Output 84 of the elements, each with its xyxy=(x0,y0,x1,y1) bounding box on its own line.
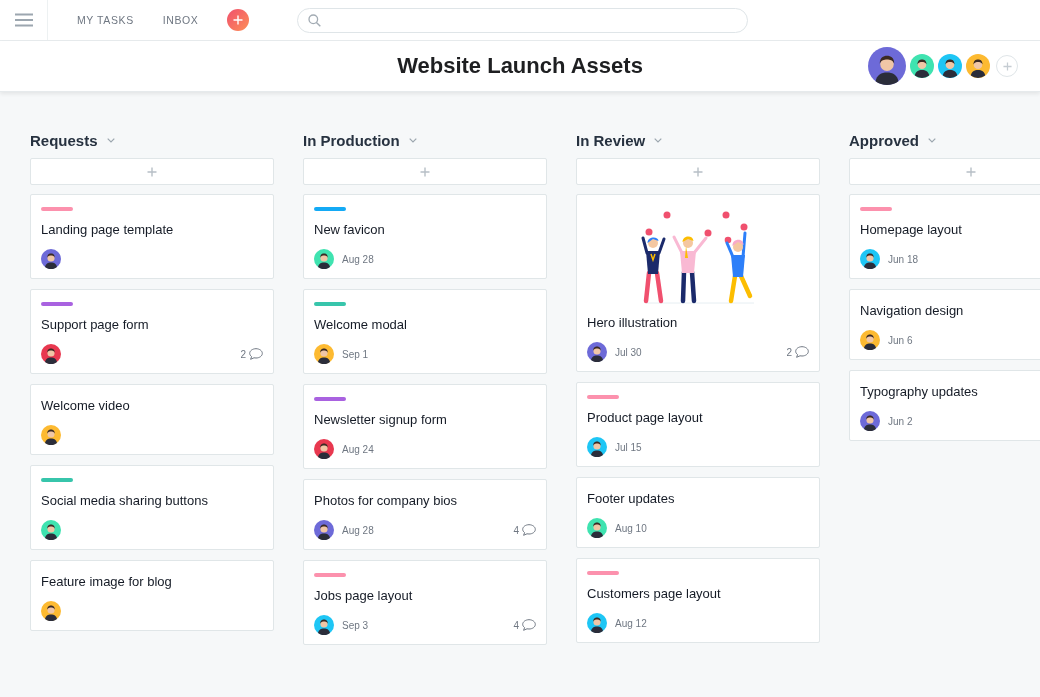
speech-bubble-icon xyxy=(522,524,536,536)
task-title: Landing page template xyxy=(41,221,175,239)
nav-link[interactable]: MY TASKS xyxy=(77,14,134,26)
task-title: Welcome modal xyxy=(314,316,408,334)
task-card[interactable]: Navigation design Jun 6 xyxy=(849,289,1040,360)
task-title: Support page form xyxy=(41,316,150,334)
project-title: Website Launch Assets xyxy=(397,53,643,79)
speech-bubble-icon xyxy=(249,348,263,360)
task-card[interactable]: Welcome modal Sep 1 xyxy=(303,289,547,374)
due-date: Aug 28 xyxy=(342,524,374,536)
due-date: Jun 18 xyxy=(888,253,919,265)
search-field[interactable] xyxy=(297,7,749,33)
chevron-down-icon[interactable] xyxy=(106,137,115,143)
due-date: Jun 2 xyxy=(888,415,913,427)
chevron-down-icon[interactable] xyxy=(408,137,417,143)
due-date: Jul 15 xyxy=(615,441,642,453)
menu-icon xyxy=(14,13,33,27)
speech-bubble-icon xyxy=(522,619,536,631)
plus-icon xyxy=(420,166,430,177)
task-card[interactable]: Photos for company bios Aug 28 4 xyxy=(303,479,547,550)
speech-bubble-icon xyxy=(795,346,809,358)
task-title: Homepage layout xyxy=(860,221,963,239)
task-title: Newsletter signup form xyxy=(314,411,448,429)
plus-icon xyxy=(693,166,703,177)
comment-count: 4 xyxy=(513,524,519,536)
user-avatar[interactable] xyxy=(910,54,934,78)
nav-link[interactable]: INBOX xyxy=(162,14,199,26)
plus-icon xyxy=(1002,61,1012,71)
column-title: Approved xyxy=(849,131,919,149)
add-task-button[interactable] xyxy=(849,158,1040,185)
task-card[interactable]: Welcome video xyxy=(30,384,274,455)
plus-icon xyxy=(233,15,244,25)
comment-count: 2 xyxy=(786,346,792,358)
task-card[interactable]: Newsletter signup form Aug 24 xyxy=(303,384,547,469)
task-card[interactable]: Customers page layout Aug 12 xyxy=(576,558,820,643)
task-title: Navigation design xyxy=(860,302,965,320)
task-title: Footer updates xyxy=(587,490,676,508)
user-avatar[interactable] xyxy=(938,54,962,78)
due-date: Sep 1 xyxy=(342,348,369,360)
task-card[interactable]: Support page form 2 xyxy=(30,289,274,374)
task-card[interactable]: Social media sharing buttons xyxy=(30,465,274,550)
task-title: Jobs page layout xyxy=(314,587,414,605)
task-title: Photos for company bios xyxy=(314,492,459,510)
task-card[interactable]: Feature image for blog xyxy=(30,560,274,631)
comment-count: 4 xyxy=(513,619,519,631)
user-avatar[interactable] xyxy=(868,47,906,85)
due-date: Sep 3 xyxy=(342,619,369,631)
plus-icon xyxy=(147,166,157,177)
task-title: Hero illustration xyxy=(587,314,679,332)
task-title: Typography updates xyxy=(860,383,979,401)
add-button[interactable] xyxy=(227,9,250,31)
task-card[interactable]: Jobs page layout Sep 3 4 xyxy=(303,560,547,645)
task-card[interactable]: Typography updates Jun 2 xyxy=(849,370,1040,441)
plus-icon xyxy=(966,166,976,177)
due-date: Aug 12 xyxy=(615,617,647,629)
task-card[interactable]: Product page layout Jul 15 xyxy=(576,382,820,467)
add-task-button[interactable] xyxy=(576,158,820,185)
task-title: Product page layout xyxy=(587,409,704,427)
task-card[interactable]: New favicon Aug 28 xyxy=(303,194,547,279)
task-card[interactable]: Landing page template xyxy=(30,194,274,279)
task-card[interactable]: Hero illustration Jul 30 2 xyxy=(576,194,820,372)
search-icon xyxy=(308,13,322,27)
add-task-button[interactable] xyxy=(30,158,274,185)
due-date: Jun 6 xyxy=(888,334,913,346)
column-title: Requests xyxy=(30,131,98,149)
task-card[interactable]: Footer updates Aug 10 xyxy=(576,477,820,548)
task-title: Social media sharing buttons xyxy=(41,492,209,510)
chevron-down-icon[interactable] xyxy=(654,137,663,143)
task-title: Feature image for blog xyxy=(41,573,173,591)
task-card[interactable]: Homepage layout Jun 18 xyxy=(849,194,1040,279)
user-avatar[interactable] xyxy=(966,54,990,78)
column-title: In Production xyxy=(303,131,400,149)
due-date: Aug 28 xyxy=(342,253,374,265)
comment-count: 2 xyxy=(240,348,246,360)
due-date: Jul 30 xyxy=(615,346,642,358)
add-task-button[interactable] xyxy=(303,158,547,185)
task-title: Welcome video xyxy=(41,397,131,415)
chevron-down-icon[interactable] xyxy=(928,137,936,143)
column-title: In Review xyxy=(576,131,646,149)
due-date: Aug 10 xyxy=(615,522,647,534)
due-date: Aug 24 xyxy=(342,443,374,455)
add-member-button[interactable] xyxy=(996,55,1018,77)
task-title: Customers page layout xyxy=(587,585,722,603)
task-title: New favicon xyxy=(314,221,386,239)
